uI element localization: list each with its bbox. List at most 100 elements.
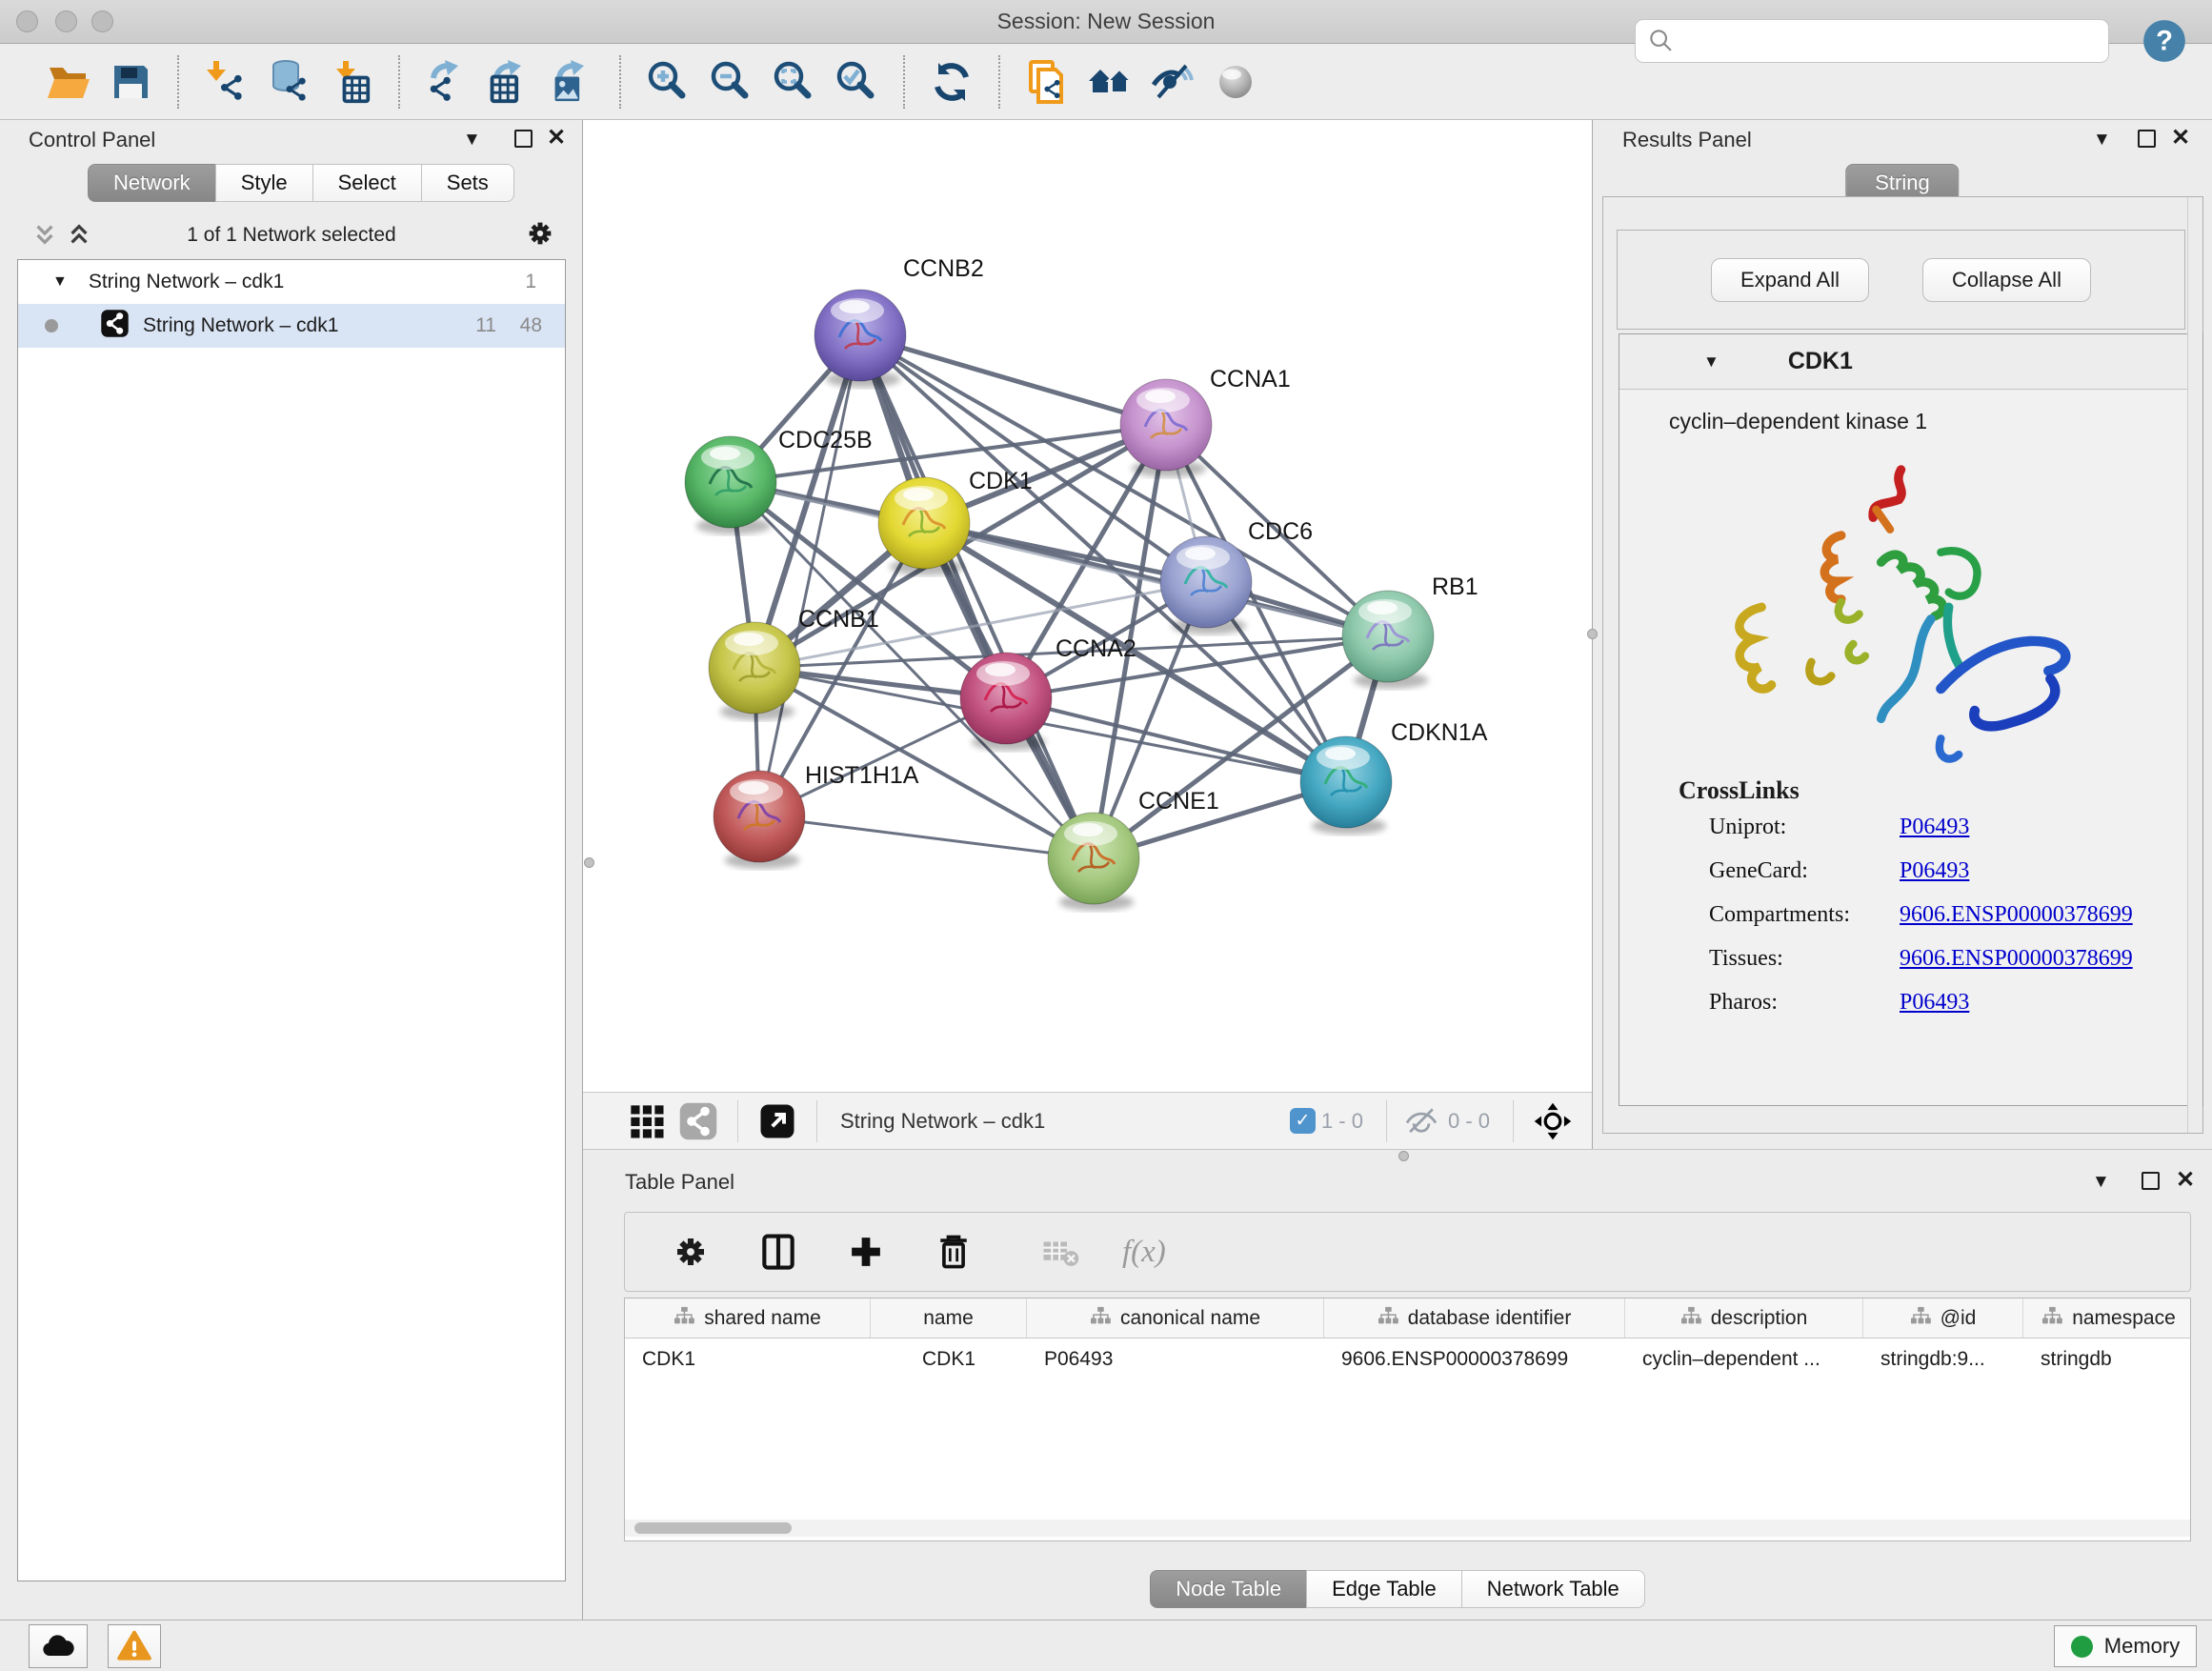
zoom-in-icon[interactable] <box>636 53 699 111</box>
network-canvas[interactable]: CCNB2CCNA1CDC25BCDK1CDC6RB1CCNB1CCNA2CDK… <box>583 120 1592 1092</box>
panel-float-icon[interactable] <box>2142 1172 2160 1190</box>
expand-all-button[interactable]: Expand All <box>1711 258 1869 302</box>
edge-HIST1H1A-CCNE1[interactable] <box>759 816 1094 858</box>
node-CDC6[interactable] <box>1160 536 1252 634</box>
panel-float-icon[interactable] <box>514 130 533 148</box>
network-collection-row[interactable]: ▼ String Network – cdk1 1 <box>18 260 565 304</box>
network-row-selected[interactable]: String Network – cdk1 11 48 <box>18 304 565 348</box>
delete-table-icon[interactable] <box>1035 1226 1086 1278</box>
protein-detail-card: ▼ CDK1 cyclin–dependent kinase 1 <box>1619 333 2203 1106</box>
panel-menu-icon[interactable]: ▼ <box>463 130 481 151</box>
panel-menu-icon[interactable]: ▼ <box>2092 1172 2110 1193</box>
export-network-icon[interactable] <box>415 53 478 111</box>
edge-CCNB2-CCNA1[interactable] <box>860 335 1166 425</box>
crosslink-link[interactable]: 9606.ENSP00000378699 <box>1900 902 2133 928</box>
column-header-shared-name[interactable]: shared name <box>625 1299 871 1338</box>
node-HIST1H1A[interactable] <box>714 771 805 869</box>
column-header-canonical-name[interactable]: canonical name <box>1027 1299 1324 1338</box>
panel-close-icon[interactable]: ✕ <box>547 124 566 151</box>
panel-float-icon[interactable] <box>2138 130 2156 148</box>
help-button[interactable]: ? <box>2141 17 2188 65</box>
tab-select[interactable]: Select <box>312 164 422 202</box>
table-cell[interactable]: cyclin–dependent ... <box>1625 1339 1863 1380</box>
zoom-fit-icon[interactable] <box>762 53 825 111</box>
crosslink-link[interactable]: 9606.ENSP00000378699 <box>1900 946 2133 972</box>
results-scrollbar[interactable] <box>2187 197 2202 1133</box>
add-column-icon[interactable] <box>840 1226 892 1278</box>
node-RB1[interactable] <box>1342 591 1434 689</box>
node-CCNE1[interactable] <box>1048 813 1139 911</box>
function-builder-icon[interactable]: f(x) <box>1122 1235 1166 1270</box>
edge-CCNB2-HIST1H1A[interactable] <box>759 335 860 816</box>
table-settings-gear-icon[interactable] <box>665 1226 716 1278</box>
column-header-database-identifier[interactable]: database identifier <box>1324 1299 1625 1338</box>
protein-card-header[interactable]: ▼ CDK1 <box>1619 334 2202 390</box>
delete-column-trash-icon[interactable] <box>928 1226 979 1278</box>
memory-button[interactable]: Memory <box>2054 1625 2197 1667</box>
table-cell[interactable]: P06493 <box>1027 1339 1324 1380</box>
tab-node-table[interactable]: Node Table <box>1150 1570 1307 1608</box>
panel-menu-icon[interactable]: ▼ <box>2093 130 2111 151</box>
tab-network-table[interactable]: Network Table <box>1461 1570 1645 1608</box>
table-cell[interactable]: CDK1 <box>871 1339 1027 1380</box>
disclosure-triangle-icon[interactable]: ▼ <box>1703 352 1719 372</box>
tab-network[interactable]: Network <box>88 164 216 202</box>
column-header-@id[interactable]: @id <box>1863 1299 2023 1338</box>
network-options-gear-icon[interactable] <box>524 217 556 254</box>
table-horizontal-scrollbar[interactable] <box>625 1520 2190 1537</box>
show-all-networks-icon[interactable] <box>1078 53 1141 111</box>
hidden-eye-icon[interactable] <box>1400 1096 1442 1147</box>
export-image-icon[interactable] <box>541 53 604 111</box>
grid-view-icon[interactable] <box>621 1096 673 1147</box>
zoom-selected-icon[interactable] <box>825 53 888 111</box>
export-table-icon[interactable] <box>478 53 541 111</box>
duplicate-network-icon[interactable] <box>1016 53 1078 111</box>
share-view-icon[interactable] <box>673 1096 724 1147</box>
column-header-description[interactable]: description <box>1625 1299 1863 1338</box>
node-CDC25B[interactable] <box>685 436 776 534</box>
tab-edge-table[interactable]: Edge Table <box>1306 1570 1462 1608</box>
tab-sets[interactable]: Sets <box>421 164 514 202</box>
horizontal-splitter[interactable] <box>583 1149 2212 1162</box>
collapse-all-button[interactable]: Collapse All <box>1922 258 2091 302</box>
node-CDKN1A[interactable] <box>1300 736 1392 835</box>
node-CCNB1[interactable] <box>709 622 800 720</box>
open-in-new-window-icon[interactable] <box>752 1096 803 1147</box>
crosslink-link[interactable]: P06493 <box>1900 815 1969 840</box>
tab-style[interactable]: Style <box>215 164 313 202</box>
scrollbar-thumb[interactable] <box>634 1522 792 1534</box>
apply-layout-icon[interactable] <box>920 53 983 111</box>
panel-close-icon[interactable]: ✕ <box>2176 1166 2195 1194</box>
hide-selected-icon[interactable] <box>1141 53 1204 111</box>
search-input[interactable] <box>1678 30 2087 52</box>
crosslink-row: Tissues:9606.ENSP00000378699 <box>1619 936 2202 980</box>
panel-close-icon[interactable]: ✕ <box>2171 124 2190 151</box>
save-session-icon[interactable] <box>99 53 162 111</box>
crosslink-link[interactable]: P06493 <box>1900 858 1969 884</box>
selected-checkbox-icon[interactable]: ✓ <box>1290 1108 1316 1134</box>
disclosure-triangle-icon[interactable]: ▼ <box>52 273 68 291</box>
warnings-button[interactable] <box>108 1624 161 1668</box>
cloud-button[interactable] <box>29 1624 88 1668</box>
import-network-file-icon[interactable] <box>194 53 257 111</box>
import-network-database-icon[interactable] <box>257 53 320 111</box>
node-CCNA1[interactable] <box>1120 379 1212 477</box>
show-columns-icon[interactable] <box>753 1226 804 1278</box>
table-cell[interactable]: stringdb <box>2023 1339 2191 1380</box>
column-header-namespace[interactable]: namespace <box>2023 1299 2191 1338</box>
node-CDK1[interactable] <box>878 477 970 575</box>
table-cell[interactable]: CDK1 <box>625 1339 871 1380</box>
open-session-icon[interactable] <box>36 53 99 111</box>
column-header-name[interactable]: name <box>871 1299 1027 1338</box>
birds-eye-crosshair-icon[interactable] <box>1527 1096 1579 1147</box>
table-row[interactable]: CDK1CDK1P064939606.ENSP00000378699cyclin… <box>625 1339 2190 1380</box>
table-cell[interactable]: stringdb:9... <box>1863 1339 2023 1380</box>
splitter-handle[interactable] <box>584 857 594 868</box>
splitter-handle[interactable] <box>1587 629 1598 639</box>
crosslink-link[interactable]: P06493 <box>1900 990 1969 1016</box>
show-eye-icon[interactable] <box>1204 53 1267 111</box>
splitter-handle[interactable] <box>1398 1151 1409 1161</box>
table-cell[interactable]: 9606.ENSP00000378699 <box>1324 1339 1625 1380</box>
zoom-out-icon[interactable] <box>699 53 762 111</box>
import-table-file-icon[interactable] <box>320 53 383 111</box>
